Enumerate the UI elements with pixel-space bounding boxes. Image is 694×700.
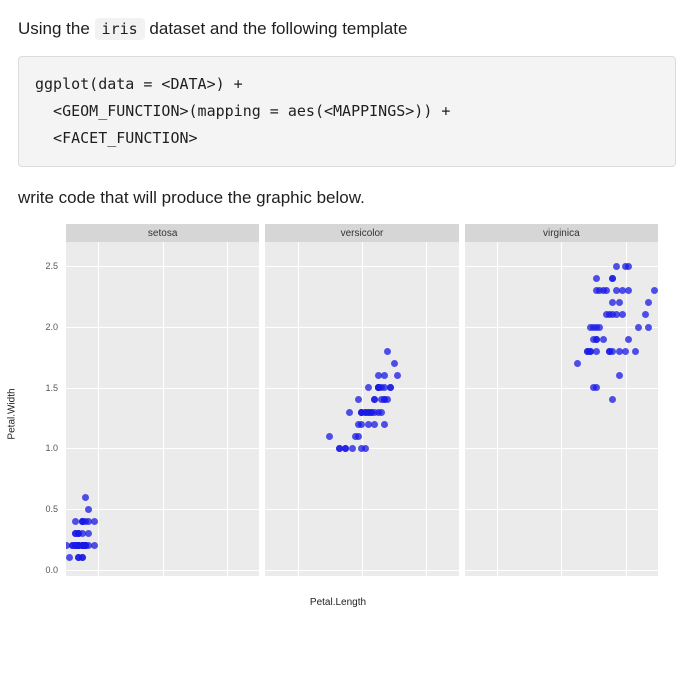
data-point: [651, 287, 658, 294]
facet-strip: versicolor: [265, 224, 458, 242]
data-point: [368, 409, 375, 416]
data-point: [391, 360, 398, 367]
data-point: [584, 348, 591, 355]
data-point: [365, 421, 372, 428]
instruction-text: write code that will produce the graphic…: [18, 185, 676, 211]
intro-suffix: dataset and the following template: [149, 19, 407, 38]
facet-strip: setosa: [66, 224, 259, 242]
data-point: [609, 275, 616, 282]
y-tick: 0.0: [45, 565, 58, 575]
y-axis: 0.0 0.5 1.0 1.5 2.0 2.5: [38, 242, 64, 576]
data-point: [387, 384, 394, 391]
facet-panel: 246: [66, 242, 259, 576]
data-point: [384, 348, 391, 355]
data-point: [381, 421, 388, 428]
data-point: [336, 445, 343, 452]
data-point: [362, 445, 369, 452]
data-point: [613, 263, 620, 270]
data-point: [352, 433, 359, 440]
data-point: [587, 324, 594, 331]
data-point: [600, 336, 607, 343]
data-point: [590, 336, 597, 343]
data-point: [625, 263, 632, 270]
data-point: [645, 324, 652, 331]
data-point: [632, 348, 639, 355]
data-point: [616, 372, 623, 379]
intro-text: Using the iris dataset and the following…: [18, 16, 676, 42]
y-tick: 0.5: [45, 504, 58, 514]
data-point: [365, 384, 372, 391]
facet-strip: virginica: [465, 224, 658, 242]
data-point: [616, 299, 623, 306]
facet-scatter-chart: Petal.Width Petal.Length 0.00.51.01.52.0…: [18, 224, 658, 604]
data-point: [326, 433, 333, 440]
facet-setosa: setosa246: [66, 224, 259, 576]
iris-code: iris: [95, 18, 145, 40]
data-point: [593, 275, 600, 282]
data-point: [606, 348, 613, 355]
data-point: [593, 384, 600, 391]
data-point: [378, 409, 385, 416]
facet-panel: 246: [265, 242, 458, 576]
data-point: [381, 384, 388, 391]
code-template: ggplot(data = <DATA>) + <GEOM_FUNCTION>(…: [18, 56, 676, 167]
data-point: [371, 421, 378, 428]
data-point: [645, 299, 652, 306]
data-point: [381, 372, 388, 379]
data-point: [625, 336, 632, 343]
data-point: [574, 360, 581, 367]
data-point: [362, 409, 369, 416]
data-point: [642, 311, 649, 318]
data-point: [85, 506, 92, 513]
y-axis-label: Petal.Width: [7, 388, 18, 439]
data-point: [625, 287, 632, 294]
data-point: [85, 530, 92, 537]
data-point: [635, 324, 642, 331]
intro-prefix: Using the: [18, 19, 95, 38]
facet-row: setosa246versicolor246virginica246: [66, 224, 658, 576]
y-tick: 2.0: [45, 322, 58, 332]
x-axis-label: Petal.Length: [310, 597, 366, 608]
data-point: [394, 372, 401, 379]
data-point: [66, 554, 73, 561]
data-point: [349, 445, 356, 452]
data-point: [622, 348, 629, 355]
data-point: [82, 494, 89, 501]
facet-versicolor: versicolor246: [265, 224, 458, 576]
y-tick: 1.5: [45, 383, 58, 393]
data-point: [79, 518, 86, 525]
facet-panel: 246: [465, 242, 658, 576]
data-point: [609, 299, 616, 306]
data-point: [375, 372, 382, 379]
data-point: [603, 287, 610, 294]
y-tick: 2.5: [45, 261, 58, 271]
data-point: [346, 409, 353, 416]
data-point: [596, 324, 603, 331]
facet-virginica: virginica246: [465, 224, 658, 576]
data-point: [384, 396, 391, 403]
data-point: [593, 348, 600, 355]
data-point: [609, 396, 616, 403]
y-tick: 1.0: [45, 443, 58, 453]
